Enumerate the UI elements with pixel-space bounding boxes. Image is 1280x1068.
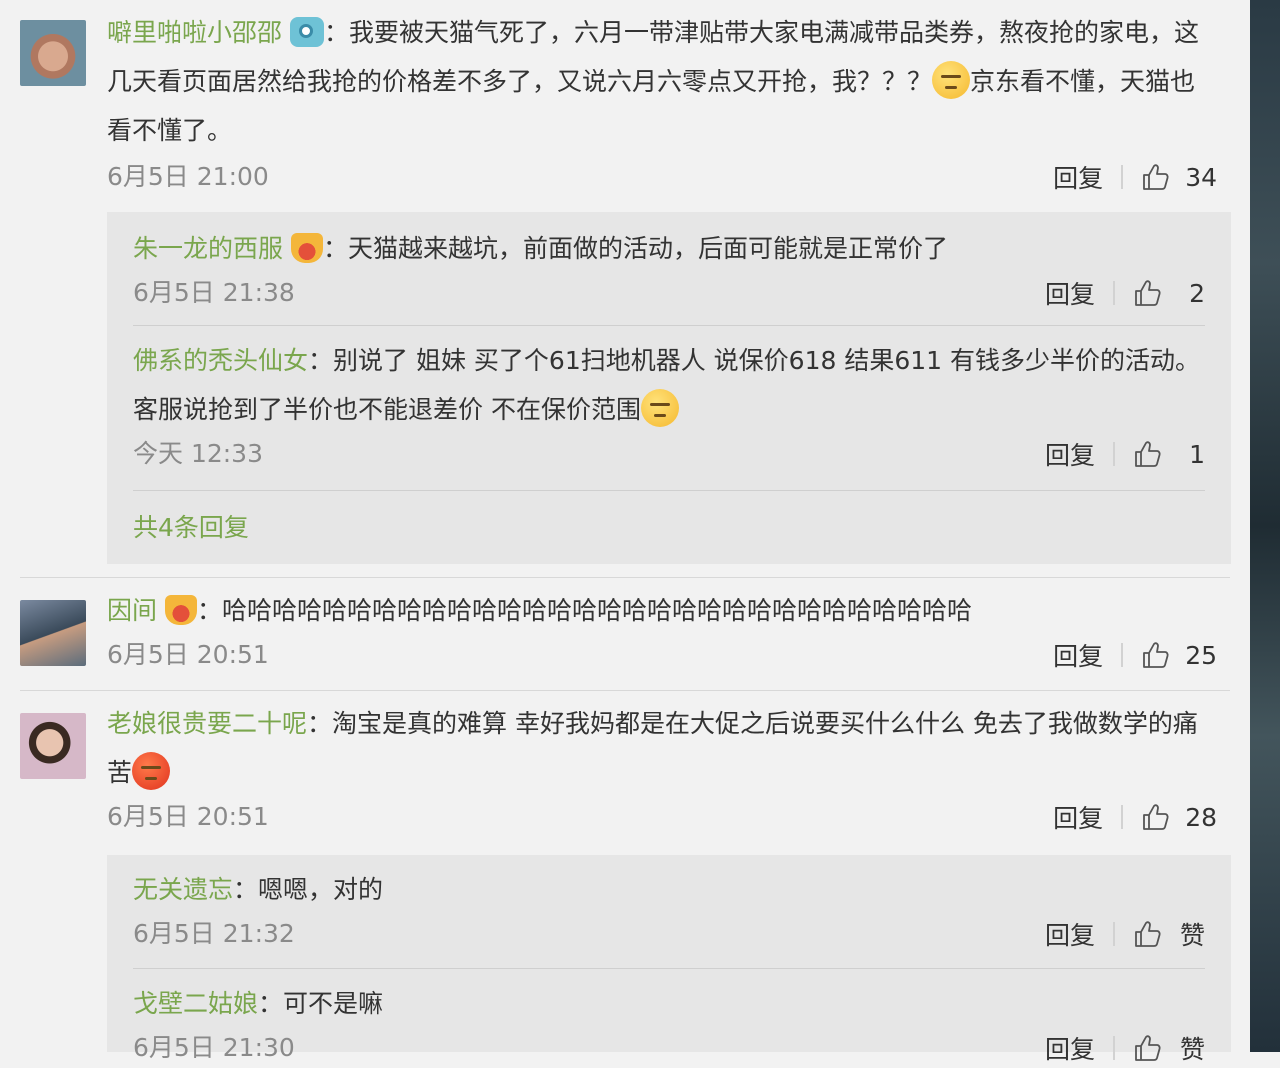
smirk-emoji-icon xyxy=(932,61,971,99)
reply-thread: 无关遗忘：嗯嗯，对的 6月5日 21:32 回复 赞 戈壁二姑娘：可不是嘛 6月… xyxy=(107,855,1231,1064)
like-label: 赞 xyxy=(1179,1035,1205,1064)
comment-divider xyxy=(20,690,1230,691)
reply-body: 嗯嗯，对的 xyxy=(258,875,384,904)
timestamp: 6月5日 21:38 xyxy=(133,278,295,307)
background-edge xyxy=(1250,0,1280,1052)
colon: ： xyxy=(323,234,349,263)
reply-button[interactable]: 回复 xyxy=(1045,275,1095,311)
timestamp: 6月5日 21:30 xyxy=(133,1033,295,1062)
divider xyxy=(1121,805,1124,829)
reply-meta: 6月5日 21:38 回复 2 xyxy=(133,273,1205,313)
timestamp: 6月5日 21:32 xyxy=(133,919,295,948)
thumbs-up-icon[interactable] xyxy=(1133,919,1163,949)
comment-meta: 6月5日 21:00 回复 34 xyxy=(107,157,1217,197)
username-link[interactable]: 朱一龙的西服 xyxy=(133,234,283,263)
colon: ： xyxy=(324,18,350,47)
thumbs-up-icon[interactable] xyxy=(1133,278,1163,308)
divider xyxy=(1121,643,1124,667)
divider xyxy=(1113,922,1115,946)
divider xyxy=(1113,442,1115,466)
reply-meta: 6月5日 21:32 回复 赞 xyxy=(133,914,1205,954)
colon: ： xyxy=(258,989,284,1018)
comment-text: 噼里啪啦小邵邵 ：我要被天猫气死了，六月一带津贴带大家电满减带品类券，熬夜抢的家电… xyxy=(107,8,1217,155)
divider xyxy=(1113,281,1115,305)
reply-thread: 朱一龙的西服 ：天猫越来越坑，前面做的活动，后面可能就是正常价了 6月5日 21:… xyxy=(107,212,1231,564)
timestamp: 6月5日 20:51 xyxy=(107,802,269,831)
reply-button[interactable]: 回复 xyxy=(1045,916,1095,952)
reply-text: 朱一龙的西服 ：天猫越来越坑，前面做的活动，后面可能就是正常价了 xyxy=(133,224,1205,273)
crown-badge-icon xyxy=(291,233,324,263)
reply-button[interactable]: 回复 xyxy=(1045,436,1095,472)
timestamp: 6月5日 20:51 xyxy=(107,640,269,669)
reply-item: 无关遗忘：嗯嗯，对的 6月5日 21:32 回复 赞 xyxy=(133,865,1205,954)
reply-item: 朱一龙的西服 ：天猫越来越坑，前面做的活动，后面可能就是正常价了 6月5日 21:… xyxy=(133,224,1205,313)
like-count: 2 xyxy=(1189,278,1205,308)
crown-badge-icon xyxy=(165,595,198,625)
username-link[interactable]: 佛系的秃头仙女 xyxy=(133,346,308,375)
reply-button[interactable]: 回复 xyxy=(1045,1030,1095,1066)
thumbs-up-icon[interactable] xyxy=(1133,439,1163,469)
thumbs-up-icon[interactable] xyxy=(1141,162,1171,192)
colon: ： xyxy=(307,709,333,738)
like-count: 34 xyxy=(1185,162,1217,192)
colon: ： xyxy=(197,596,223,625)
like-label: 赞 xyxy=(1179,921,1205,950)
avatar[interactable] xyxy=(20,713,86,779)
comment-meta: 6月5日 20:51 回复 28 xyxy=(107,797,1217,837)
reply-button[interactable]: 回复 xyxy=(1053,159,1103,195)
colon: ： xyxy=(233,875,259,904)
like-count: 1 xyxy=(1189,439,1205,469)
username-link[interactable]: 戈壁二姑娘 xyxy=(133,989,258,1018)
reply-actions: 回复 赞 xyxy=(1045,1028,1205,1068)
reply-meta: 6月5日 21:30 回复 赞 xyxy=(133,1028,1205,1068)
timestamp: 今天 12:33 xyxy=(133,439,263,468)
username-link[interactable]: 无关遗忘 xyxy=(133,875,233,904)
reply-actions: 回复 赞 xyxy=(1045,914,1205,954)
camera-badge-icon xyxy=(290,17,325,47)
reply-divider xyxy=(133,968,1205,969)
timestamp: 6月5日 21:00 xyxy=(107,162,269,191)
reply-divider xyxy=(133,490,1205,491)
comment-actions: 回复 25 xyxy=(1053,635,1217,675)
reply-button[interactable]: 回复 xyxy=(1053,799,1103,835)
reply-button[interactable]: 回复 xyxy=(1053,637,1103,673)
comment-actions: 回复 28 xyxy=(1053,797,1217,837)
divider xyxy=(1121,165,1124,189)
thumbs-up-icon[interactable] xyxy=(1133,1033,1163,1063)
view-all-replies-link[interactable]: 共4条回复 xyxy=(133,508,249,544)
divider xyxy=(1113,1036,1115,1060)
reply-text: 戈壁二姑娘：可不是嘛 xyxy=(133,979,1205,1028)
colon: ： xyxy=(308,346,334,375)
reply-text: 无关遗忘：嗯嗯，对的 xyxy=(133,865,1205,914)
reply-item: 戈壁二姑娘：可不是嘛 6月5日 21:30 回复 赞 xyxy=(133,979,1205,1068)
comment-text: 老娘很贵要二十呢：淘宝是真的难算 幸好我妈都是在大促之后说要买什么什么 免去了我… xyxy=(107,699,1217,797)
comment-divider xyxy=(20,577,1230,578)
reply-item: 佛系的秃头仙女：别说了 姐妹 买了个61扫地机器人 说保价618 结果611 有… xyxy=(133,336,1205,474)
like-count: 28 xyxy=(1185,802,1217,832)
shush-emoji-icon xyxy=(640,389,679,427)
angry-emoji-icon xyxy=(132,752,171,790)
thumbs-up-icon[interactable] xyxy=(1141,640,1171,670)
comment-text: 因间 ：哈哈哈哈哈哈哈哈哈哈哈哈哈哈哈哈哈哈哈哈哈哈哈哈哈哈哈哈哈哈 xyxy=(107,586,1217,635)
reply-actions: 回复 1 xyxy=(1045,434,1205,474)
reply-body: 可不是嘛 xyxy=(283,989,384,1018)
reply-text: 佛系的秃头仙女：别说了 姐妹 买了个61扫地机器人 说保价618 结果611 有… xyxy=(133,336,1205,434)
username-link[interactable]: 老娘很贵要二十呢 xyxy=(107,709,307,738)
thumbs-up-icon[interactable] xyxy=(1141,802,1171,832)
avatar[interactable] xyxy=(20,20,86,86)
comment-actions: 回复 34 xyxy=(1053,157,1217,197)
avatar[interactable] xyxy=(20,600,86,666)
reply-meta: 今天 12:33 回复 1 xyxy=(133,434,1205,474)
reply-actions: 回复 2 xyxy=(1045,273,1205,313)
reply-body: 天猫越来越坑，前面做的活动，后面可能就是正常价了 xyxy=(348,234,949,263)
username-link[interactable]: 噼里啪啦小邵邵 xyxy=(107,18,282,47)
comment-meta: 6月5日 20:51 回复 25 xyxy=(107,635,1217,675)
username-link[interactable]: 因间 xyxy=(107,596,157,625)
comment-body: 哈哈哈哈哈哈哈哈哈哈哈哈哈哈哈哈哈哈哈哈哈哈哈哈哈哈哈哈哈哈 xyxy=(222,596,973,625)
reply-divider xyxy=(133,325,1205,326)
like-count: 25 xyxy=(1185,640,1217,670)
